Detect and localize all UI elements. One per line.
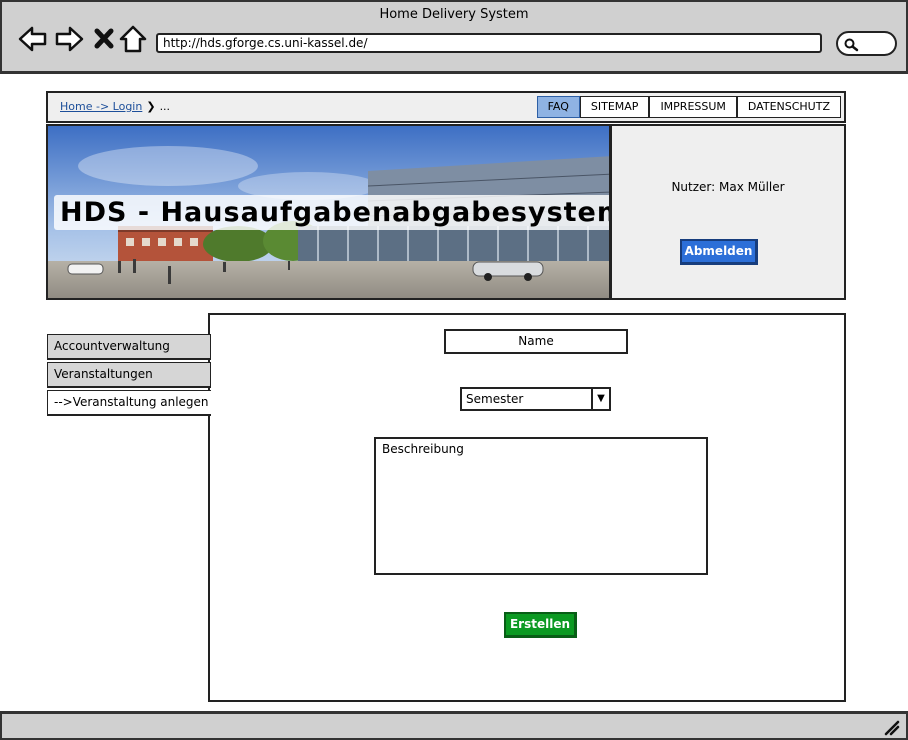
user-label: Nutzer: Max Müller <box>671 180 785 194</box>
sidebar-item-veranstaltungen[interactable]: Veranstaltungen <box>47 362 211 388</box>
browser-status-bar <box>0 711 908 740</box>
tab-impressum[interactable]: IMPRESSUM <box>649 96 737 118</box>
semester-value: Semester <box>466 392 524 406</box>
breadcrumb-separator-icon: ❯ <box>146 100 156 113</box>
navigation-bar: Home -> Login ❯... FAQ SITEMAP IMPRESSUM … <box>46 91 846 123</box>
user-panel: Nutzer: Max Müller Abmelden <box>610 124 846 300</box>
back-arrow-icon[interactable] <box>18 24 48 54</box>
header-banner: HDS - Hausaufgabenabgabesystem <box>46 124 611 300</box>
logout-button[interactable]: Abmelden <box>680 239 758 265</box>
name-input[interactable]: Name <box>444 329 628 354</box>
create-button[interactable]: Erstellen <box>504 612 577 638</box>
window-title: Home Delivery System <box>379 7 529 22</box>
search-icon <box>844 38 859 52</box>
page-title: HDS - Hausaufgabenabgabesystem <box>54 195 609 230</box>
top-nav-tabs: FAQ SITEMAP IMPRESSUM DATENSCHUTZ <box>536 96 841 118</box>
close-icon[interactable] <box>90 24 120 54</box>
breadcrumb-rest: ... <box>159 100 171 113</box>
tab-datenschutz[interactable]: DATENSCHUTZ <box>736 96 841 118</box>
tab-sitemap[interactable]: SITEMAP <box>579 96 650 118</box>
semester-select[interactable]: Semester ▼ <box>460 387 611 411</box>
chevron-down-icon: ▼ <box>591 389 609 409</box>
main-panel: Name Semester ▼ Beschreibung Erstellen <box>208 313 846 702</box>
sidebar-item-accountverwaltung[interactable]: Accountverwaltung <box>47 334 211 360</box>
sidebar-item-veranstaltung-anlegen[interactable]: -->Veranstaltung anlegen <box>47 390 211 416</box>
breadcrumb: Home -> Login ❯... <box>60 100 170 113</box>
search-box[interactable] <box>836 31 897 56</box>
breadcrumb-link-home-login[interactable]: Home -> Login <box>60 100 142 113</box>
browser-toolbar: Home Delivery System http://hds.gforge.c… <box>0 0 908 74</box>
home-icon[interactable] <box>118 24 148 54</box>
resize-grip-icon[interactable] <box>882 718 900 736</box>
tab-faq[interactable]: FAQ <box>536 96 580 118</box>
url-input[interactable]: http://hds.gforge.cs.uni-kassel.de/ <box>156 33 822 53</box>
forward-arrow-icon[interactable] <box>54 24 84 54</box>
description-textarea[interactable]: Beschreibung <box>374 437 708 575</box>
